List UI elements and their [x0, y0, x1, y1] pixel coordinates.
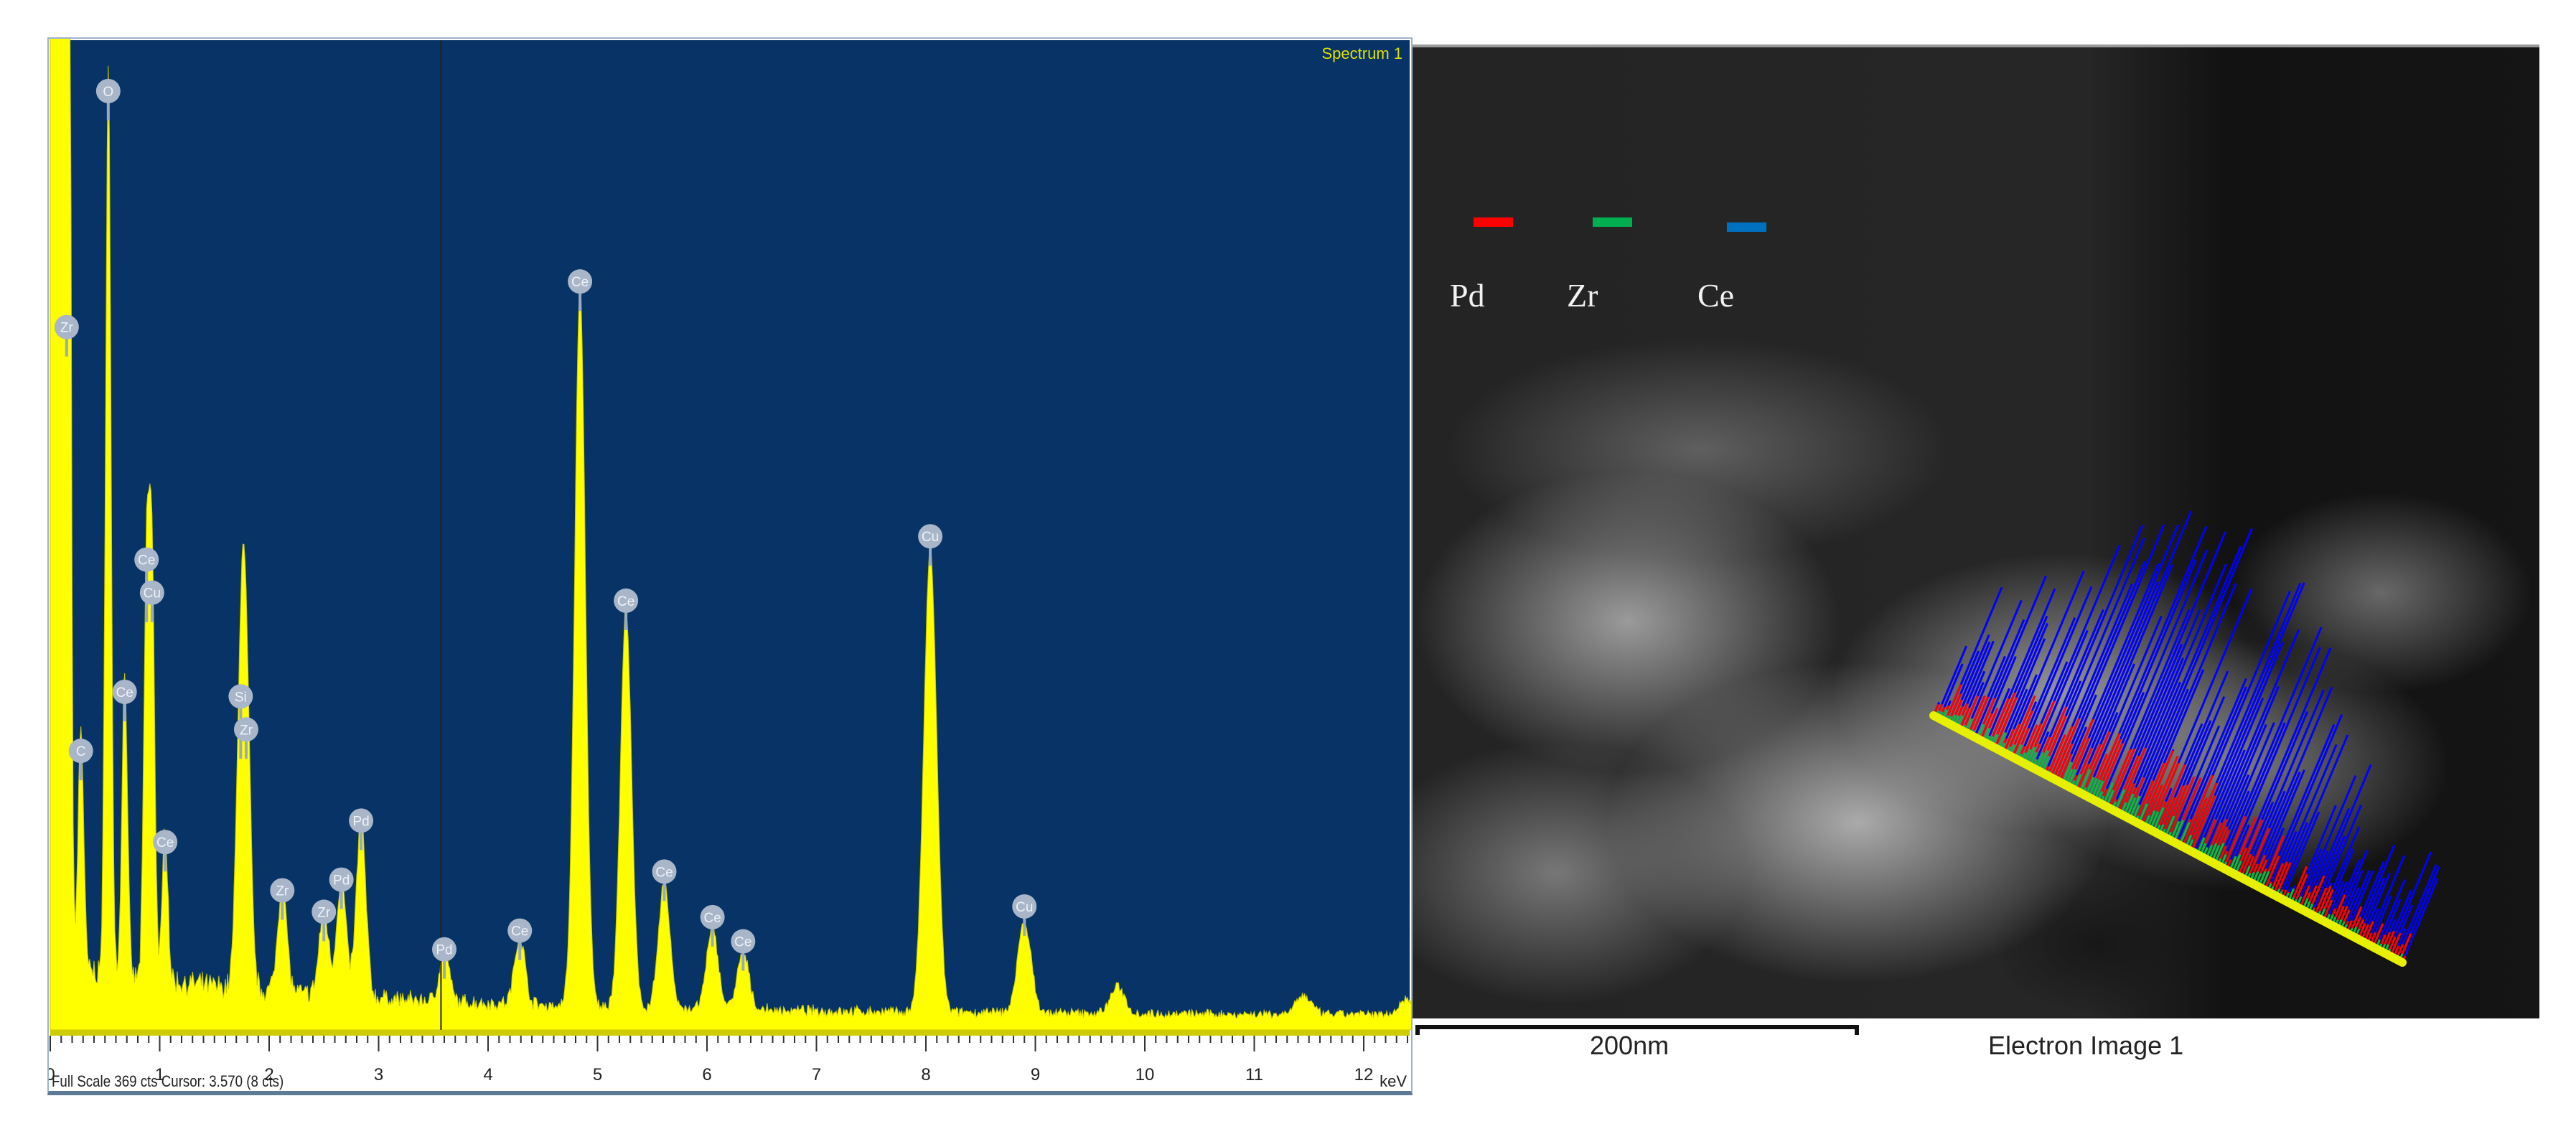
x-tick-label: 11 [1245, 1065, 1263, 1084]
linescan-overlay [1929, 510, 2440, 967]
peak-label: O [103, 85, 113, 100]
legend-label-ce: Ce [1697, 277, 1735, 314]
x-tick-label: 4 [483, 1065, 492, 1084]
peak-label: Cu [922, 530, 939, 545]
axis-baseline [50, 1030, 1410, 1036]
peak-label: Ce [156, 835, 174, 851]
legend-swatch-pd [1474, 217, 1513, 227]
legend-label-pd: Pd [1450, 277, 1485, 314]
legend-swatch-ce [1727, 222, 1766, 232]
x-tick-label: 9 [1031, 1065, 1040, 1084]
x-tick-label: 8 [921, 1065, 930, 1084]
x-tick-label: 10 [1135, 1065, 1155, 1084]
peak-label: Pd [352, 814, 369, 829]
peak-label: Ce [571, 275, 589, 290]
x-axis-label: keV [1380, 1072, 1407, 1090]
x-tick-label: 12 [1354, 1065, 1374, 1084]
electron-image [1413, 44, 2539, 1018]
peak-label: Zr [60, 321, 74, 336]
scale-bar-label: 200nm [1590, 1031, 1669, 1060]
peak-label: Cu [1016, 900, 1033, 915]
chart-title: Spectrum 1 [1322, 44, 1403, 62]
x-tick-label: 7 [812, 1065, 821, 1084]
peak-label: C [76, 744, 86, 759]
eds-spectrum-panel: Zr C O Ce Ce Cu Ce Si Zr Zr Zr Pd Pd Pd Ce Ce Ce Ce Ce Ce Cu… [47, 37, 1413, 1095]
peak-label: Ce [138, 553, 155, 568]
peak-label: Cu [144, 586, 161, 601]
x-tick-label: 6 [702, 1065, 711, 1084]
peak-label: Ce [655, 865, 673, 880]
peak-label: Zr [317, 905, 331, 920]
peak-label: Zr [276, 884, 289, 899]
spectrum-footer: Full Scale 369 cts Cursor: 3.570 (8 cts) [52, 1072, 284, 1090]
x-tick-label: 3 [374, 1065, 383, 1084]
peak-label: Ce [617, 594, 634, 609]
peak-label: Pd [436, 943, 452, 958]
peak-label: Pd [333, 873, 350, 889]
peak-label: Zr [240, 723, 253, 738]
image-caption: Electron Image 1 [1988, 1031, 2184, 1060]
legend-label-zr: Zr [1567, 277, 1598, 314]
peak-label: Ce [734, 935, 751, 950]
legend-swatch-zr [1593, 217, 1632, 227]
spectrum-chart: Zr C O Ce Ce Cu Ce Si Zr Zr Zr Pd Pd Pd Ce Ce Ce Ce Ce Ce Cu… [49, 39, 1411, 1084]
peak-label: Ce [703, 911, 721, 926]
peak-label: Si [235, 690, 247, 705]
peak-label: Ce [511, 924, 528, 939]
x-tick-label: 5 [593, 1065, 602, 1084]
peak-label: Ce [116, 685, 134, 700]
plot-background [50, 40, 1410, 1030]
